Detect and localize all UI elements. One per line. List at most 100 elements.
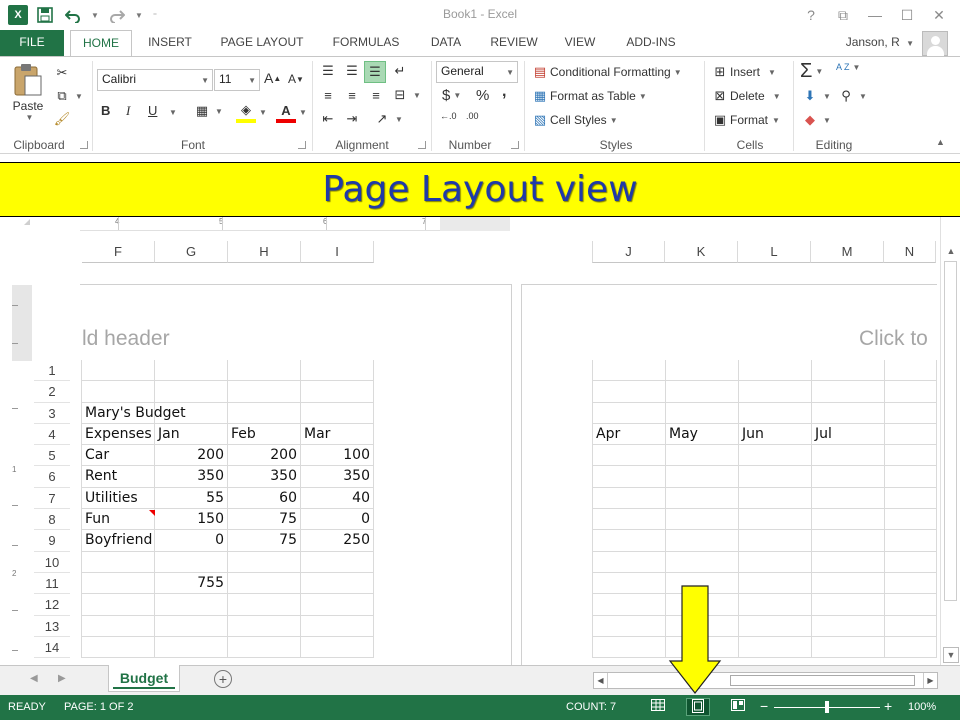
italic-button[interactable]: I [126, 103, 130, 119]
sort-filter-button[interactable]: A Z ▼ [836, 62, 860, 72]
cell[interactable] [593, 615, 666, 637]
clear-button[interactable]: ◆ ▼ [800, 110, 831, 130]
font-name-combo[interactable]: Calibri ▼ [97, 69, 213, 91]
cell[interactable] [666, 360, 739, 382]
format-as-table-button[interactable]: ▦ Format as Table ▼ [530, 86, 647, 106]
fill-color-button[interactable]: ◈ ▼ [236, 101, 267, 123]
cell[interactable] [812, 530, 885, 552]
format-painter-button[interactable]: 🖌 [52, 109, 72, 129]
cell[interactable] [666, 466, 739, 488]
cell[interactable] [155, 615, 228, 637]
cell[interactable] [155, 594, 228, 616]
top-align-button[interactable]: ☰ [318, 61, 338, 81]
cell[interactable] [301, 572, 374, 595]
cell[interactable] [228, 594, 301, 616]
cell[interactable]: 350 [301, 466, 374, 488]
vertical-scroll-thumb[interactable] [944, 261, 957, 601]
cell[interactable]: Jul [812, 423, 885, 446]
currency-button[interactable]: $ ▼ [442, 87, 461, 104]
bottom-align-button[interactable]: ☰ [364, 61, 386, 83]
row-header[interactable]: 4 [34, 424, 70, 446]
cell[interactable] [593, 402, 666, 424]
cell[interactable] [228, 615, 301, 637]
conditional-formatting-button[interactable]: ▤ Conditional Formatting ▼ [530, 62, 682, 82]
scroll-up-icon[interactable]: ▲ [943, 243, 959, 259]
cell[interactable] [666, 509, 739, 531]
column-header-n[interactable]: N [884, 241, 936, 263]
cell[interactable]: Boyfriend [82, 530, 155, 552]
cell[interactable]: Jun [739, 423, 812, 446]
font-color-button[interactable]: A ▼ [276, 101, 307, 123]
tab-add-ins[interactable]: ADD-INS [614, 30, 688, 56]
horizontal-scrollbar[interactable]: ◀ ▶ [593, 672, 938, 689]
cell[interactable]: 755 [155, 572, 228, 595]
cell[interactable]: Car [82, 445, 155, 467]
cell[interactable] [885, 509, 937, 531]
cell[interactable]: 0 [155, 530, 228, 552]
cell[interactable] [593, 551, 666, 573]
cell[interactable] [301, 615, 374, 637]
tab-view[interactable]: VIEW [556, 30, 604, 56]
zoom-in-button[interactable]: + [884, 698, 892, 714]
cell[interactable] [593, 381, 666, 403]
row-header[interactable]: 5 [34, 445, 70, 467]
cell[interactable] [155, 402, 228, 424]
cell[interactable] [301, 360, 374, 382]
column-header-i[interactable]: I [301, 241, 374, 263]
paste-button[interactable]: Paste ▼ [10, 63, 46, 133]
column-header-j[interactable]: J [592, 241, 665, 263]
cell[interactable] [228, 360, 301, 382]
minimize-icon[interactable]: — [860, 3, 890, 27]
cell[interactable] [228, 551, 301, 573]
cell[interactable]: Utilities [82, 487, 155, 510]
cell[interactable] [885, 551, 937, 573]
cell[interactable] [739, 530, 812, 552]
cell[interactable] [812, 636, 885, 659]
cell[interactable]: 75 [228, 509, 301, 531]
merge-center-button[interactable]: ⊟ ▼ [390, 85, 421, 105]
clipboard-launcher-icon[interactable] [80, 141, 88, 149]
borders-button[interactable]: ▦ ▼ [192, 101, 223, 121]
cell[interactable] [593, 636, 666, 659]
autosum-button[interactable]: Σ ▼ [800, 60, 823, 83]
row-header[interactable]: 3 [34, 403, 70, 424]
row-header[interactable]: 8 [34, 509, 70, 531]
cell[interactable]: 0 [301, 509, 374, 531]
cell[interactable]: 350 [155, 466, 228, 488]
cell[interactable] [593, 594, 666, 616]
cell[interactable] [812, 551, 885, 573]
add-sheet-icon[interactable]: + [214, 670, 232, 688]
cell[interactable] [739, 572, 812, 595]
zoom-out-button[interactable]: − [760, 698, 768, 714]
cell[interactable] [82, 381, 155, 403]
comment-indicator-icon[interactable] [149, 510, 155, 516]
help-icon[interactable]: ? [796, 3, 826, 27]
cell[interactable] [228, 381, 301, 403]
cell-styles-button[interactable]: ▧ Cell Styles ▼ [530, 110, 618, 130]
shrink-font-button[interactable]: A ▼ [288, 72, 304, 86]
cell[interactable] [739, 636, 812, 659]
cell[interactable] [301, 551, 374, 573]
copy-button[interactable]: ⧉ ▼ [52, 86, 83, 106]
cell[interactable] [82, 551, 155, 573]
cell[interactable] [812, 594, 885, 616]
cell[interactable]: Mary's Budget [82, 402, 186, 424]
cell[interactable] [812, 509, 885, 531]
insert-cells-button[interactable]: ⊞ Insert ▼ [710, 62, 776, 82]
sheet-tab-budget[interactable]: Budget [108, 665, 180, 692]
scroll-right-icon[interactable]: ▶ [923, 673, 937, 688]
cell[interactable] [82, 594, 155, 616]
cell[interactable] [739, 466, 812, 488]
cell[interactable] [228, 636, 301, 659]
cell[interactable] [812, 381, 885, 403]
row-header[interactable]: 11 [34, 573, 70, 595]
worksheet-area[interactable]: 4 5 6 7 1 2 F G H I J K L M N ld header … [0, 217, 960, 665]
cell[interactable] [739, 594, 812, 616]
cell[interactable] [82, 360, 155, 382]
cell[interactable] [666, 551, 739, 573]
row-header[interactable]: 13 [34, 616, 70, 637]
cell[interactable]: 200 [228, 445, 301, 467]
align-right-button[interactable]: ≡ [366, 85, 386, 105]
cell[interactable] [301, 381, 374, 403]
column-header-m[interactable]: M [811, 241, 884, 263]
